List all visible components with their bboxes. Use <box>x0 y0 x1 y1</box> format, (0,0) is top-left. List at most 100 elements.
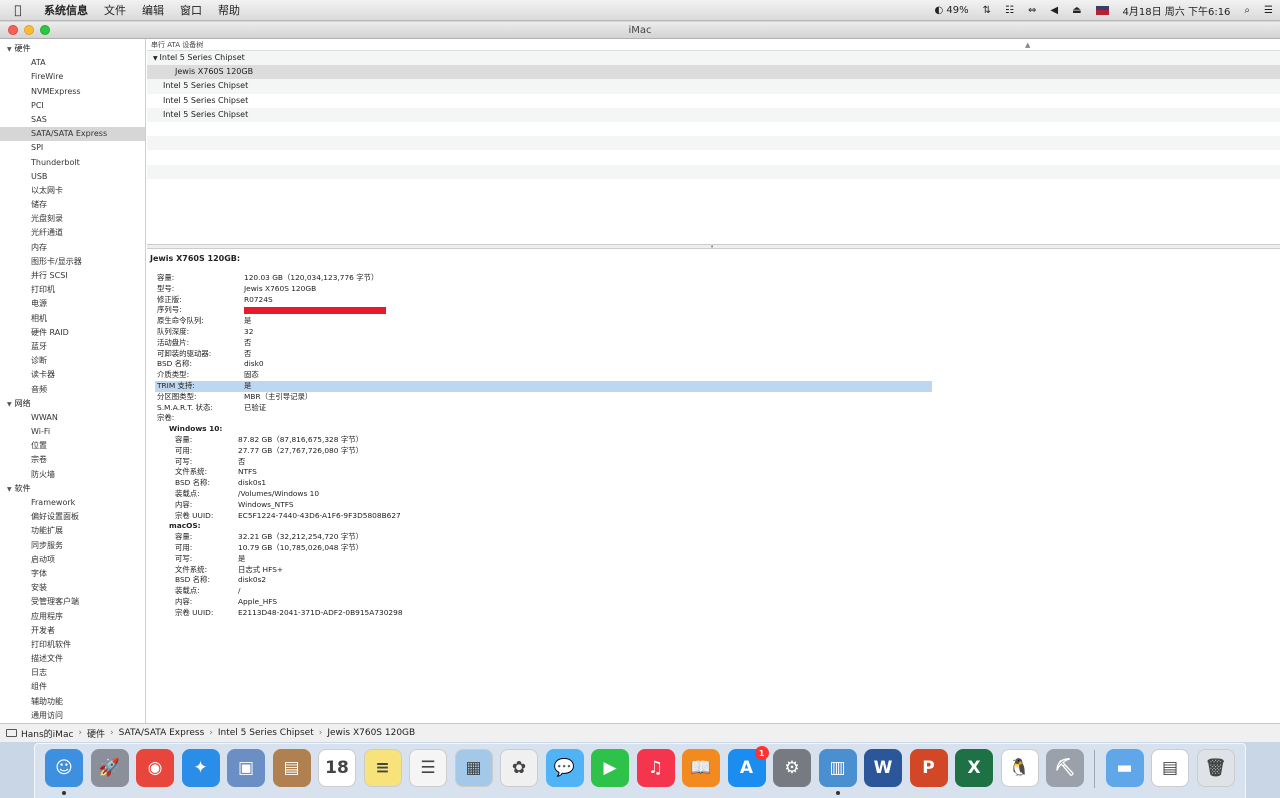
sidebar-item-hardware-8[interactable]: USB <box>0 170 145 184</box>
system-info-icon[interactable]: ▥ <box>818 749 857 787</box>
property-row[interactable]: 宗卷 UUID: EC5F1224-7440-43D6-A1F6-9F3D5808… <box>147 511 1280 522</box>
sidebar-category-network[interactable]: ▼ 网络 <box>0 397 145 411</box>
sidebar-item-software-9[interactable]: 开发者 <box>0 624 145 638</box>
sidebar-category-software[interactable]: ▼ 软件 <box>0 482 145 496</box>
sidebar-item-software-3[interactable]: 同步服务 <box>0 539 145 553</box>
device-tree-header[interactable]: 串行 ATA 设备树 ▲ <box>147 39 1280 51</box>
sidebar-item-hardware-4[interactable]: SAS <box>0 113 145 127</box>
device-tree-row[interactable]: Intel 5 Series Chipset <box>147 94 1280 108</box>
notification-center-icon[interactable]: ☰ <box>1257 5 1280 16</box>
property-row[interactable]: 装载点: / <box>147 586 1280 597</box>
music-icon[interactable]: ♫ <box>636 749 675 787</box>
notes-icon[interactable]: ≡ <box>363 749 402 787</box>
eject-icon[interactable]: ⏏ <box>1065 5 1088 16</box>
property-row[interactable]: BSD 名称: disk0s1 <box>147 478 1280 489</box>
device-tree-row[interactable] <box>147 122 1280 136</box>
sidebar-item-hardware-0[interactable]: ATA <box>0 56 145 70</box>
sidebar-item-software-13[interactable]: 组件 <box>0 680 145 694</box>
sidebar-item-hardware-6[interactable]: SPI <box>0 141 145 155</box>
property-row[interactable]: 可写: 是 <box>147 554 1280 565</box>
menu-app-name[interactable]: 系统信息 <box>36 2 96 18</box>
pane-splitter[interactable]: • <box>147 243 1280 251</box>
input-source-flag-icon[interactable] <box>1089 5 1116 15</box>
disclosure-triangle-icon[interactable]: ▼ <box>7 486 12 493</box>
property-row[interactable]: 型号: Jewis X760S 120GB <box>147 284 1280 295</box>
sync-icon[interactable]: ⇅ <box>976 5 998 16</box>
path-segment[interactable]: SATA/SATA Express <box>119 728 205 738</box>
excel-icon[interactable]: X <box>955 749 993 787</box>
sidebar-item-hardware-3[interactable]: PCI <box>0 99 145 113</box>
volume-header[interactable]: Windows 10: <box>147 424 1280 435</box>
window-titlebar[interactable]: iMac <box>0 22 1280 39</box>
property-row[interactable]: 文件系统: 日志式 HFS+ <box>147 565 1280 576</box>
disk-utility-icon[interactable]: ⛏ <box>1046 749 1084 787</box>
device-tree-row[interactable] <box>147 164 1280 179</box>
property-row[interactable]: 装载点: /Volumes/Windows 10 <box>147 489 1280 500</box>
sidebar-item-hardware-18[interactable]: 相机 <box>0 312 145 326</box>
property-row[interactable]: S.M.A.R.T. 状态: 已验证 <box>147 403 1280 414</box>
device-tree-row[interactable]: Intel 5 Series Chipset <box>147 107 1280 122</box>
sidebar-item-hardware-12[interactable]: 光纤通道 <box>0 226 145 240</box>
finder-icon[interactable]: ☺ <box>45 749 83 787</box>
documents-icon[interactable]: ▤ <box>1151 749 1189 787</box>
sidebar-item-network-0[interactable]: WWAN <box>0 411 145 425</box>
property-row[interactable]: 可用: 10.79 GB（10,785,026,048 字节） <box>147 543 1280 554</box>
property-row[interactable]: 可卸装的驱动器: 否 <box>147 349 1280 360</box>
property-row[interactable]: 宗卷: <box>147 413 1280 424</box>
sidebar-item-software-15[interactable]: 通用访问 <box>0 709 145 723</box>
property-row[interactable]: 原生命令队列: 是 <box>147 316 1280 327</box>
photos-icon[interactable]: ✿ <box>500 749 538 787</box>
property-row[interactable]: 修正版: R0724S <box>147 295 1280 306</box>
sidebar-item-hardware-16[interactable]: 打印机 <box>0 283 145 297</box>
menu-help[interactable]: 帮助 <box>210 2 248 18</box>
word-icon[interactable]: W <box>864 749 902 787</box>
property-row[interactable]: 内容: Windows_NTFS <box>147 500 1280 511</box>
volume-header[interactable]: macOS: <box>147 521 1280 532</box>
clock[interactable]: 4月18日 周六 下午6:16 <box>1116 3 1238 18</box>
sidebar-item-hardware-15[interactable]: 并行 SCSI <box>0 269 145 283</box>
apple-menu-icon[interactable]:  <box>0 3 36 17</box>
device-tree-row[interactable] <box>147 136 1280 151</box>
system-preferences-icon[interactable]: ⚙ <box>773 749 811 787</box>
property-row[interactable]: 可用: 27.77 GB（27,767,726,080 字节） <box>147 446 1280 457</box>
disclosure-triangle-icon[interactable]: ▼ <box>7 46 12 53</box>
sidebar-item-hardware-7[interactable]: Thunderbolt <box>0 156 145 170</box>
property-row[interactable]: 文件系统: NTFS <box>147 467 1280 478</box>
property-row[interactable]: BSD 名称: disk0s2 <box>147 575 1280 586</box>
sidebar-item-hardware-11[interactable]: 光盘刻录 <box>0 212 145 226</box>
device-tree-row[interactable] <box>147 179 1280 193</box>
sidebar-item-software-10[interactable]: 打印机软件 <box>0 638 145 652</box>
trash-icon[interactable]: 🗑 <box>1196 749 1235 787</box>
chrome-icon[interactable]: ◉ <box>136 749 174 787</box>
reminders-icon[interactable]: ☰ <box>409 749 447 787</box>
spotlight-search-icon[interactable]: ⌕ <box>1237 5 1257 16</box>
notes-book-icon[interactable]: ▤ <box>272 749 311 787</box>
folder-icon[interactable]: ▬ <box>1105 749 1144 787</box>
sidebar-item-hardware-20[interactable]: 蓝牙 <box>0 340 145 354</box>
sidebar-category-hardware[interactable]: ▼ 硬件 <box>0 42 145 56</box>
device-tree-row[interactable] <box>147 150 1280 164</box>
messages-icon[interactable]: 💬 <box>545 749 584 787</box>
property-row[interactable]: 容量: 87.82 GB（87,816,675,328 字节） <box>147 435 1280 446</box>
input-method-icon[interactable]: ☷ <box>998 5 1021 16</box>
sidebar-item-hardware-14[interactable]: 图形卡/显示器 <box>0 255 145 269</box>
sidebar-item-hardware-19[interactable]: 硬件 RAID <box>0 326 145 340</box>
sidebar-item-hardware-17[interactable]: 电源 <box>0 297 145 311</box>
sidebar-item-hardware-10[interactable]: 储存 <box>0 198 145 212</box>
sidebar-item-software-6[interactable]: 安装 <box>0 581 145 595</box>
facetime-icon[interactable]: ▶ <box>591 749 629 787</box>
sidebar-item-hardware-1[interactable]: FireWire <box>0 70 145 84</box>
sidebar-item-software-0[interactable]: Framework <box>0 496 145 510</box>
sidebar-item-network-4[interactable]: 防火墙 <box>0 468 145 482</box>
property-row[interactable]: 可写: 否 <box>147 457 1280 468</box>
zoom-window-button[interactable] <box>40 25 50 35</box>
property-row[interactable]: 队列深度: 32 <box>147 327 1280 338</box>
sidebar-item-hardware-13[interactable]: 内存 <box>0 241 145 255</box>
property-row[interactable]: 宗卷 UUID: E2113D48-2041-371D-ADF2-0B915A73… <box>147 608 1280 619</box>
minimize-window-button[interactable] <box>24 25 34 35</box>
sidebar-item-software-8[interactable]: 应用程序 <box>0 610 145 624</box>
sidebar-item-hardware-2[interactable]: NVMExpress <box>0 85 145 99</box>
sidebar-item-hardware-21[interactable]: 诊断 <box>0 354 145 368</box>
property-row[interactable]: 容量: 32.21 GB（32,212,254,720 字节） <box>147 532 1280 543</box>
property-row[interactable]: 分区图类型: MBR（主引导记录） <box>147 392 1280 403</box>
